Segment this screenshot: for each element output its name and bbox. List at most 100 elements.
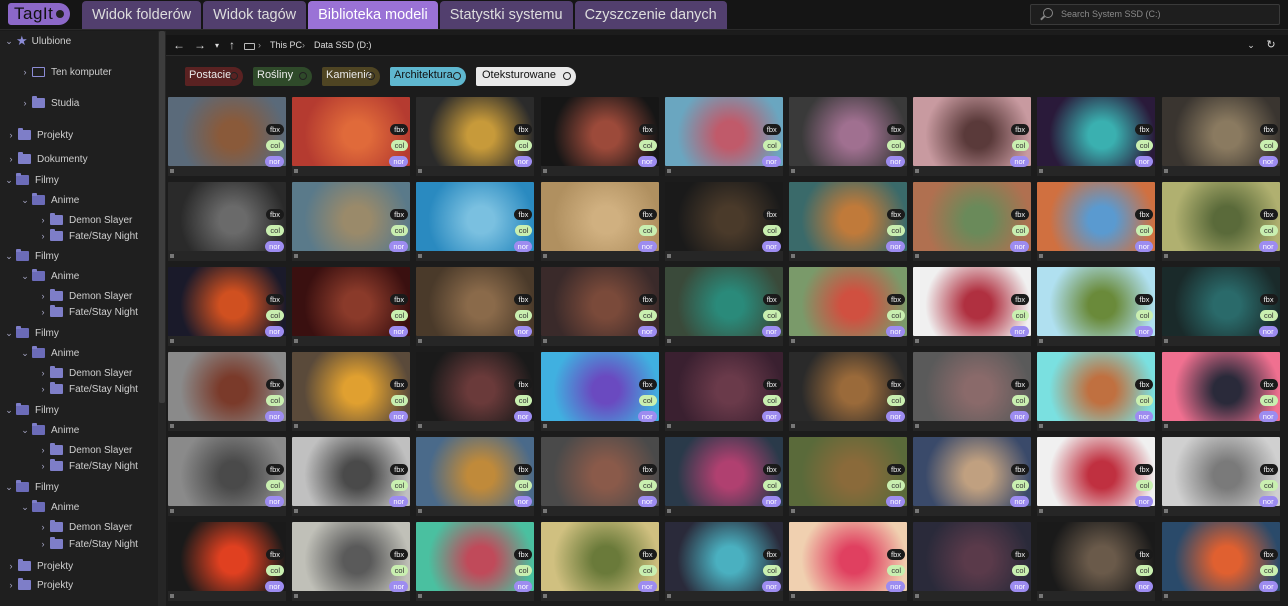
model-card[interactable]: fbx col nor <box>1161 267 1280 347</box>
tree-item-demon-slayer[interactable]: › Demon Slayer <box>38 520 132 534</box>
model-card[interactable]: fbx col nor <box>540 522 659 602</box>
model-card[interactable]: fbx col nor <box>292 267 411 347</box>
tree-item-anime[interactable]: ⌄ Anime <box>20 346 79 360</box>
model-card[interactable]: fbx col nor <box>664 437 783 517</box>
tree-item-projekty[interactable]: › Projekty <box>6 578 73 592</box>
tree-item-fate[interactable]: › Fate/Stay Night <box>38 229 138 243</box>
tree-item-demon-slayer[interactable]: › Demon Slayer <box>38 443 132 457</box>
forward-arrow-icon[interactable]: → <box>193 37 207 54</box>
model-card[interactable]: fbx col nor <box>1161 97 1280 177</box>
tree-item-fate[interactable]: › Fate/Stay Night <box>38 305 138 319</box>
model-card[interactable]: fbx col nor <box>416 522 535 602</box>
tree-item-demon-slayer[interactable]: › Demon Slayer <box>38 213 132 227</box>
tree-item-anime[interactable]: ⌄ Anime <box>20 423 79 437</box>
model-card[interactable]: fbx col nor <box>1037 97 1156 177</box>
search-input[interactable]: Search System SSD (C:) <box>1030 4 1280 25</box>
model-card[interactable]: fbx col nor <box>1161 522 1280 602</box>
tree-item-anime[interactable]: ⌄ Anime <box>20 500 79 514</box>
up-arrow-icon[interactable]: ↑ <box>225 37 239 54</box>
tab-data-cleanup[interactable]: Czyszczenie danych <box>574 1 727 29</box>
back-arrow-icon[interactable]: ← <box>172 37 186 54</box>
tab-tag-view[interactable]: Widok tagów <box>203 1 307 29</box>
model-card[interactable]: fbx col nor <box>1037 182 1156 262</box>
tree-item-filmy[interactable]: ⌄ Filmy <box>4 173 59 187</box>
tree-item-dokumenty[interactable]: › Dokumenty <box>6 152 88 166</box>
model-card[interactable]: fbx col nor <box>789 522 907 602</box>
model-card[interactable]: fbx col nor <box>292 437 411 517</box>
model-card[interactable]: fbx col nor <box>913 352 1032 432</box>
tree-item-favorites[interactable]: ⌄ ★ Ulubione <box>4 33 71 48</box>
model-card[interactable]: fbx col nor <box>540 97 659 177</box>
model-card[interactable]: fbx col nor <box>1037 437 1156 517</box>
app-logo[interactable]: TagIt <box>8 3 70 25</box>
tree-item-projekty[interactable]: › Projekty <box>6 559 73 573</box>
model-card[interactable]: fbx col nor <box>789 352 907 432</box>
tree-item-projekty[interactable]: › Projekty <box>6 128 73 142</box>
model-card[interactable]: fbx col nor <box>168 352 286 432</box>
model-card[interactable]: fbx col nor <box>1161 182 1280 262</box>
tree-item-fate[interactable]: › Fate/Stay Night <box>38 459 138 473</box>
tree-item-fate[interactable]: › Fate/Stay Night <box>38 537 138 551</box>
tree-item-anime[interactable]: ⌄ Anime <box>20 193 79 207</box>
model-card[interactable]: fbx col nor <box>913 97 1032 177</box>
tree-item-demon-slayer[interactable]: › Demon Slayer <box>38 289 132 303</box>
model-card[interactable]: fbx col nor <box>913 182 1032 262</box>
tag-architektura[interactable]: Architektura <box>390 67 466 86</box>
model-card[interactable]: fbx col nor <box>789 97 907 177</box>
model-card[interactable]: fbx col nor <box>664 182 783 262</box>
chevron-down-icon[interactable]: ⌄ <box>1244 37 1258 54</box>
sidebar-scrollbar[interactable] <box>158 31 166 606</box>
tag-oteksturowane[interactable]: Oteksturowane <box>476 67 576 86</box>
model-card[interactable]: fbx col nor <box>789 437 907 517</box>
model-card[interactable]: fbx col nor <box>1161 352 1280 432</box>
tree-item-filmy[interactable]: ⌄ Filmy <box>4 480 59 494</box>
history-dropdown-icon[interactable]: ▾ <box>210 37 224 54</box>
model-card[interactable]: fbx col nor <box>664 352 783 432</box>
model-card[interactable]: fbx col nor <box>789 267 907 347</box>
tree-item-filmy[interactable]: ⌄ Filmy <box>4 403 59 417</box>
model-card[interactable]: fbx col nor <box>1161 437 1280 517</box>
model-card[interactable]: fbx col nor <box>1037 522 1156 602</box>
model-card[interactable]: fbx col nor <box>540 437 659 517</box>
tag-kamienie[interactable]: Kamienie <box>322 67 380 86</box>
model-card[interactable]: fbx col nor <box>292 522 411 602</box>
model-card[interactable]: fbx col nor <box>913 267 1032 347</box>
model-card[interactable]: fbx col nor <box>168 437 286 517</box>
model-card[interactable]: fbx col nor <box>664 267 783 347</box>
model-card[interactable]: fbx col nor <box>416 437 535 517</box>
tree-item-computer[interactable]: › Ten komputer <box>20 65 112 79</box>
tab-folder-view[interactable]: Widok folderów <box>82 1 202 29</box>
scrollbar-thumb[interactable] <box>159 31 165 403</box>
model-card[interactable]: fbx col nor <box>1037 267 1156 347</box>
tab-system-stats[interactable]: Statystki systemu <box>439 1 573 29</box>
model-card[interactable]: fbx col nor <box>416 352 535 432</box>
model-card[interactable]: fbx col nor <box>540 352 659 432</box>
model-card[interactable]: fbx col nor <box>913 522 1032 602</box>
model-card[interactable]: fbx col nor <box>168 182 286 262</box>
model-card[interactable]: fbx col nor <box>664 97 783 177</box>
tab-model-library[interactable]: Biblioteka modeli <box>308 1 438 29</box>
model-card[interactable]: fbx col nor <box>168 522 286 602</box>
refresh-icon[interactable]: ↻ <box>1264 37 1278 54</box>
model-card[interactable]: fbx col nor <box>416 97 535 177</box>
model-card[interactable]: fbx col nor <box>292 352 411 432</box>
model-card[interactable]: fbx col nor <box>168 97 286 177</box>
tree-item-anime[interactable]: ⌄ Anime <box>20 269 79 283</box>
breadcrumb-data-ssd[interactable]: Data SSD (D:) <box>314 38 372 53</box>
tree-item-fate[interactable]: › Fate/Stay Night <box>38 382 138 396</box>
model-card[interactable]: fbx col nor <box>540 182 659 262</box>
tree-item-filmy[interactable]: ⌄ Filmy <box>4 326 59 340</box>
model-card[interactable]: fbx col nor <box>789 182 907 262</box>
model-card[interactable]: fbx col nor <box>913 437 1032 517</box>
model-card[interactable]: fbx col nor <box>292 97 411 177</box>
model-card[interactable]: fbx col nor <box>292 182 411 262</box>
model-card[interactable]: fbx col nor <box>416 182 535 262</box>
model-card[interactable]: fbx col nor <box>168 267 286 347</box>
tree-item-studia[interactable]: › Studia <box>20 96 79 110</box>
model-card[interactable]: fbx col nor <box>664 522 783 602</box>
model-card[interactable]: fbx col nor <box>1037 352 1156 432</box>
tag-rosliny[interactable]: Rośliny <box>253 67 312 86</box>
breadcrumb-this-pc[interactable]: This PC <box>270 38 302 53</box>
tag-postacie[interactable]: Postacie <box>185 67 243 86</box>
model-card[interactable]: fbx col nor <box>416 267 535 347</box>
